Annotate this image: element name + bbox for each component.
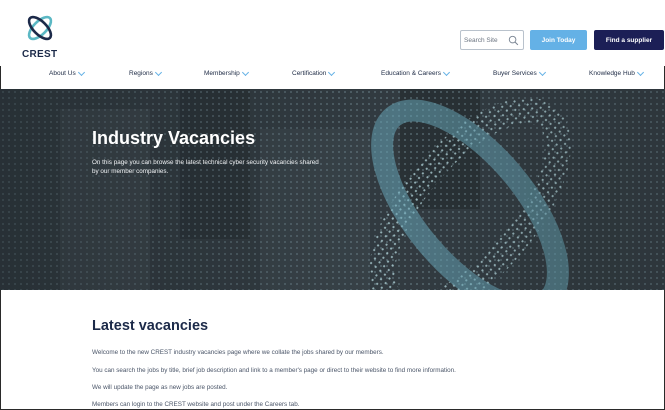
nav-label: Membership bbox=[204, 70, 240, 77]
nav-label: Certification bbox=[292, 70, 327, 77]
section-title: Latest vacancies bbox=[92, 318, 209, 334]
search-icon[interactable] bbox=[508, 35, 519, 46]
nav-label: Regions bbox=[129, 70, 153, 77]
nav-item-certification[interactable]: Certification bbox=[292, 68, 336, 77]
nav-label: About Us bbox=[49, 70, 76, 77]
nav-item-buyer-services[interactable]: Buyer Services bbox=[493, 68, 546, 77]
nav-item-membership[interactable]: Membership bbox=[204, 68, 249, 77]
nav-item-education-careers[interactable]: Education & Careers bbox=[381, 68, 451, 77]
intro-paragraph: We will update the page as new jobs are … bbox=[92, 384, 228, 391]
intro-paragraph: You can search the jobs by title, brief … bbox=[92, 367, 456, 374]
nav-label: Buyer Services bbox=[493, 70, 537, 77]
hero-description: On this page you can browse the latest t… bbox=[92, 159, 319, 175]
logo-text: CREST bbox=[22, 49, 58, 60]
chevron-down-icon bbox=[328, 68, 336, 76]
page-title: Industry Vacancies bbox=[92, 128, 256, 148]
crest-knot-icon bbox=[27, 15, 53, 41]
hero-background-image bbox=[0, 89, 665, 290]
chevron-down-icon bbox=[241, 68, 249, 76]
chevron-down-icon bbox=[77, 68, 85, 76]
nav-label: Education & Careers bbox=[381, 70, 441, 77]
nav-item-regions[interactable]: Regions bbox=[129, 68, 162, 77]
chevron-down-icon bbox=[154, 68, 162, 76]
nav-item-knowledge-hub[interactable]: Knowledge Hub bbox=[589, 68, 644, 77]
site-header: CREST Join Today Find a supplier bbox=[0, 0, 665, 66]
hero-banner bbox=[0, 89, 665, 290]
join-today-button[interactable]: Join Today bbox=[530, 30, 587, 50]
chevron-down-icon bbox=[636, 68, 644, 76]
nav-label: Knowledge Hub bbox=[589, 70, 635, 77]
chevron-down-icon bbox=[538, 68, 546, 76]
search-box[interactable] bbox=[460, 30, 524, 50]
intro-paragraph: Welcome to the new CREST industry vacanc… bbox=[92, 349, 384, 356]
nav-item-about-us[interactable]: About Us bbox=[49, 68, 85, 77]
search-input[interactable] bbox=[464, 33, 508, 47]
chevron-down-icon bbox=[442, 68, 451, 76]
intro-paragraph: Members can login to the CREST website a… bbox=[92, 401, 300, 408]
find-supplier-button[interactable]: Find a supplier bbox=[594, 30, 664, 50]
